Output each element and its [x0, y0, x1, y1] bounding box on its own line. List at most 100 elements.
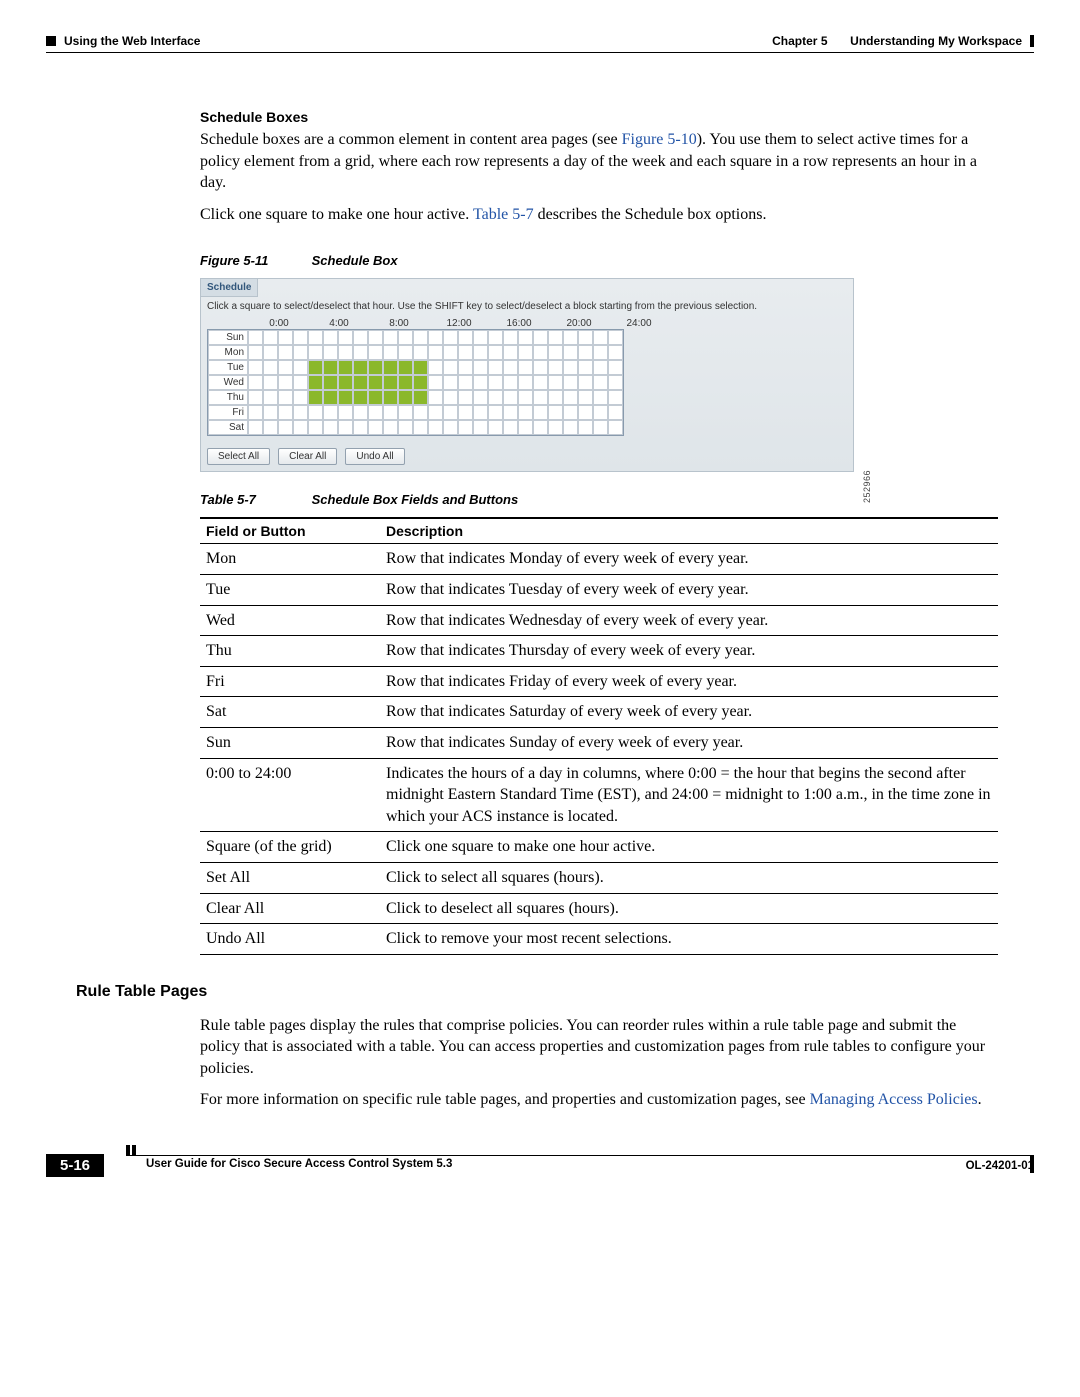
schedule-cell[interactable]	[308, 405, 323, 420]
schedule-cell[interactable]	[353, 360, 368, 375]
managing-access-policies-link[interactable]: Managing Access Policies	[810, 1091, 978, 1108]
schedule-cell[interactable]	[488, 360, 503, 375]
schedule-cell[interactable]	[368, 390, 383, 405]
schedule-cell[interactable]	[308, 330, 323, 345]
schedule-cell[interactable]	[263, 330, 278, 345]
schedule-cell[interactable]	[383, 405, 398, 420]
schedule-cell[interactable]	[503, 330, 518, 345]
schedule-cell[interactable]	[413, 345, 428, 360]
schedule-cell[interactable]	[608, 360, 623, 375]
schedule-cell[interactable]	[533, 330, 548, 345]
schedule-cell[interactable]	[458, 420, 473, 435]
clear-all-button[interactable]: Clear All	[278, 448, 337, 465]
schedule-cell[interactable]	[458, 345, 473, 360]
schedule-cell[interactable]	[278, 405, 293, 420]
schedule-cell[interactable]	[503, 360, 518, 375]
schedule-cell[interactable]	[338, 420, 353, 435]
schedule-cell[interactable]	[563, 360, 578, 375]
schedule-cell[interactable]	[278, 420, 293, 435]
schedule-cell[interactable]	[608, 405, 623, 420]
schedule-cell[interactable]	[473, 420, 488, 435]
schedule-cell[interactable]	[488, 420, 503, 435]
schedule-cell[interactable]	[323, 390, 338, 405]
schedule-cell[interactable]	[578, 375, 593, 390]
schedule-cell[interactable]	[533, 420, 548, 435]
schedule-cell[interactable]	[443, 420, 458, 435]
schedule-cell[interactable]	[308, 390, 323, 405]
schedule-cell[interactable]	[353, 420, 368, 435]
select-all-button[interactable]: Select All	[207, 448, 270, 465]
schedule-cell[interactable]	[488, 375, 503, 390]
schedule-cell[interactable]	[563, 405, 578, 420]
schedule-cell[interactable]	[458, 405, 473, 420]
schedule-cell[interactable]	[578, 390, 593, 405]
schedule-cell[interactable]	[398, 390, 413, 405]
schedule-cell[interactable]	[593, 405, 608, 420]
schedule-cell[interactable]	[578, 360, 593, 375]
schedule-cell[interactable]	[428, 405, 443, 420]
schedule-cell[interactable]	[458, 330, 473, 345]
schedule-cell[interactable]	[458, 390, 473, 405]
schedule-cell[interactable]	[563, 420, 578, 435]
schedule-cell[interactable]	[518, 360, 533, 375]
schedule-cell[interactable]	[458, 360, 473, 375]
schedule-cell[interactable]	[608, 420, 623, 435]
schedule-cell[interactable]	[563, 345, 578, 360]
schedule-cell[interactable]	[323, 360, 338, 375]
schedule-cell[interactable]	[353, 405, 368, 420]
schedule-cell[interactable]	[323, 330, 338, 345]
schedule-cell[interactable]	[548, 405, 563, 420]
schedule-cell[interactable]	[278, 345, 293, 360]
schedule-cell[interactable]	[248, 405, 263, 420]
schedule-cell[interactable]	[533, 360, 548, 375]
schedule-cell[interactable]	[533, 405, 548, 420]
schedule-cell[interactable]	[443, 345, 458, 360]
schedule-cell[interactable]	[263, 405, 278, 420]
schedule-cell[interactable]	[428, 390, 443, 405]
schedule-cell[interactable]	[353, 375, 368, 390]
schedule-cell[interactable]	[248, 420, 263, 435]
schedule-cell[interactable]	[548, 360, 563, 375]
schedule-cell[interactable]	[473, 345, 488, 360]
schedule-cell[interactable]	[338, 390, 353, 405]
schedule-cell[interactable]	[608, 330, 623, 345]
figure-5-10-link[interactable]: Figure 5-10	[622, 131, 697, 148]
schedule-cell[interactable]	[593, 360, 608, 375]
schedule-cell[interactable]	[248, 345, 263, 360]
schedule-cell[interactable]	[548, 420, 563, 435]
schedule-cell[interactable]	[353, 330, 368, 345]
undo-all-button[interactable]: Undo All	[345, 448, 404, 465]
schedule-cell[interactable]	[368, 375, 383, 390]
schedule-cell[interactable]	[338, 360, 353, 375]
schedule-cell[interactable]	[548, 345, 563, 360]
schedule-cell[interactable]	[563, 390, 578, 405]
schedule-cell[interactable]	[473, 330, 488, 345]
schedule-cell[interactable]	[338, 330, 353, 345]
schedule-cell[interactable]	[518, 330, 533, 345]
schedule-cell[interactable]	[473, 360, 488, 375]
schedule-cell[interactable]	[278, 360, 293, 375]
schedule-cell[interactable]	[413, 375, 428, 390]
schedule-cell[interactable]	[293, 405, 308, 420]
schedule-cell[interactable]	[533, 345, 548, 360]
schedule-cell[interactable]	[548, 330, 563, 345]
schedule-cell[interactable]	[518, 405, 533, 420]
schedule-cell[interactable]	[578, 420, 593, 435]
schedule-cell[interactable]	[278, 375, 293, 390]
schedule-cell[interactable]	[488, 330, 503, 345]
schedule-cell[interactable]	[443, 360, 458, 375]
schedule-cell[interactable]	[383, 420, 398, 435]
schedule-cell[interactable]	[323, 375, 338, 390]
schedule-cell[interactable]	[263, 360, 278, 375]
schedule-cell[interactable]	[593, 390, 608, 405]
schedule-cell[interactable]	[398, 405, 413, 420]
schedule-cell[interactable]	[563, 330, 578, 345]
schedule-cell[interactable]	[248, 375, 263, 390]
schedule-cell[interactable]	[548, 375, 563, 390]
schedule-cell[interactable]	[368, 345, 383, 360]
schedule-cell[interactable]	[368, 330, 383, 345]
schedule-cell[interactable]	[428, 330, 443, 345]
schedule-cell[interactable]	[398, 345, 413, 360]
schedule-cell[interactable]	[548, 390, 563, 405]
schedule-cell[interactable]	[368, 405, 383, 420]
